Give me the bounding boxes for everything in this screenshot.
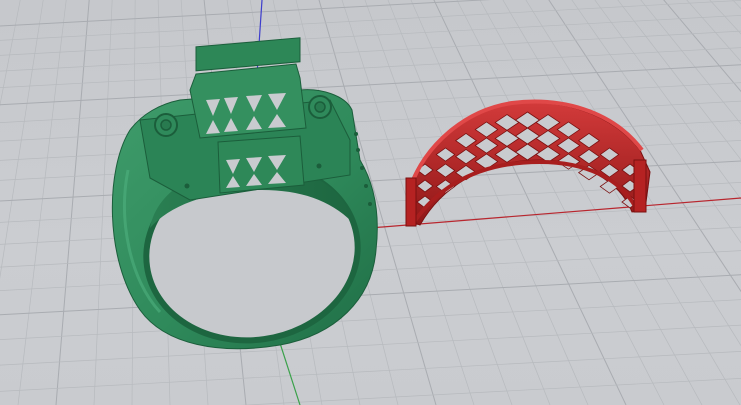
grid-line [479, 0, 703, 405]
grid-line [55, 0, 90, 405]
grid-line [0, 0, 21, 107]
grid-line [721, 0, 741, 405]
grid-line [0, 82, 741, 123]
grid-line [0, 0, 44, 280]
ring-base-with-setting[interactable] [111, 37, 378, 354]
side-bezel-right-inner [314, 101, 326, 113]
grid-line [502, 0, 741, 405]
grid-line [240, 378, 741, 405]
grid-line [17, 0, 67, 405]
grid-line [0, 30, 741, 72]
grid-line [640, 0, 741, 125]
grid-line [700, 0, 741, 405]
perspective-viewport[interactable] [0, 0, 741, 405]
lattice-band-left-end [405, 177, 417, 227]
grid-line [93, 0, 113, 405]
lattice-band-right-end [633, 159, 647, 213]
lattice-band-segment[interactable] [405, 99, 651, 227]
grid-line [433, 0, 627, 405]
grid-line [0, 324, 741, 366]
grid-line [0, 351, 741, 392]
grid-line [0, 274, 741, 316]
grid-line [0, 299, 741, 340]
grid-line [0, 47, 741, 88]
side-bezel-left-inner [160, 119, 172, 131]
grid-line [525, 0, 741, 347]
viewport-canvas[interactable] [0, 0, 741, 405]
grid-line [617, 0, 741, 161]
grid-line [0, 64, 741, 106]
grid-line [709, 0, 741, 35]
